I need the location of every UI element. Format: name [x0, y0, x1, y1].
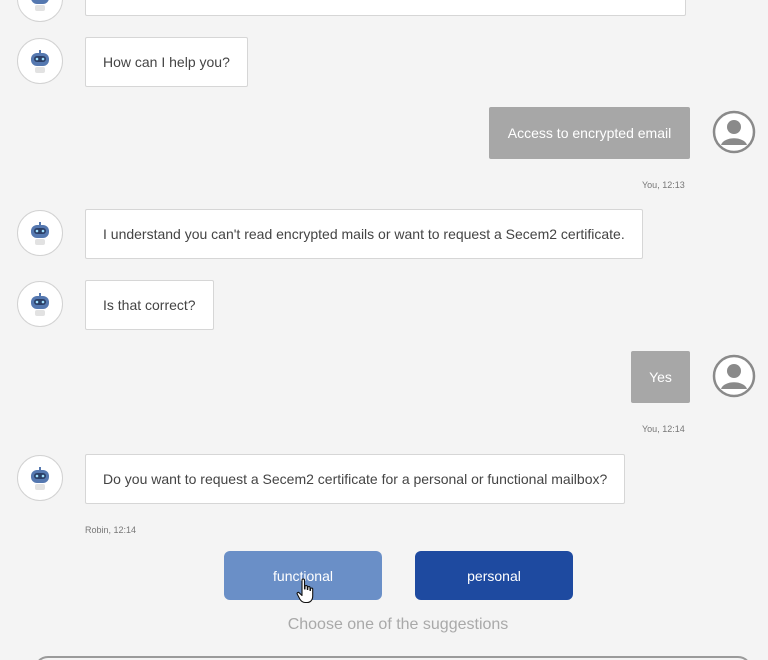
user-message: Access to encrypted email: [489, 107, 690, 159]
bot-avatar: [17, 0, 63, 22]
bot-message: How can I help you?: [85, 37, 248, 87]
robot-avatar-icon: [31, 293, 49, 316]
user-avatar-icon: [712, 110, 756, 154]
bot-message: I understand you can't read encrypted ma…: [85, 209, 643, 259]
message-meta: You, 12:14: [642, 424, 685, 434]
bot-avatar: [17, 210, 63, 256]
message-input[interactable]: [34, 656, 752, 660]
message-bubble-partial: [85, 0, 686, 16]
suggestion-functional-button[interactable]: functional: [224, 551, 382, 600]
message-meta: You, 12:13: [642, 180, 685, 190]
bot-avatar: [17, 281, 63, 327]
robot-avatar-icon: [31, 467, 49, 490]
bot-message: Is that correct?: [85, 280, 214, 330]
suggestion-hint: Choose one of the suggestions: [287, 616, 509, 633]
chat-window: How can I help you? Access to encrypted …: [0, 0, 768, 660]
bot-avatar: [17, 38, 63, 84]
suggestion-personal-button[interactable]: personal: [415, 551, 573, 600]
message-meta: Robin, 12:14: [85, 525, 137, 535]
user-avatar: [712, 354, 756, 398]
bot-message: Do you want to request a Secem2 certific…: [85, 454, 626, 504]
robot-avatar-icon: [31, 50, 49, 73]
bot-avatar: [17, 455, 63, 501]
user-avatar-icon: [712, 354, 756, 398]
robot-avatar-icon: [31, 222, 49, 245]
robot-avatar-icon: [31, 0, 49, 11]
user-message: Yes: [631, 351, 690, 403]
user-avatar: [712, 110, 756, 154]
